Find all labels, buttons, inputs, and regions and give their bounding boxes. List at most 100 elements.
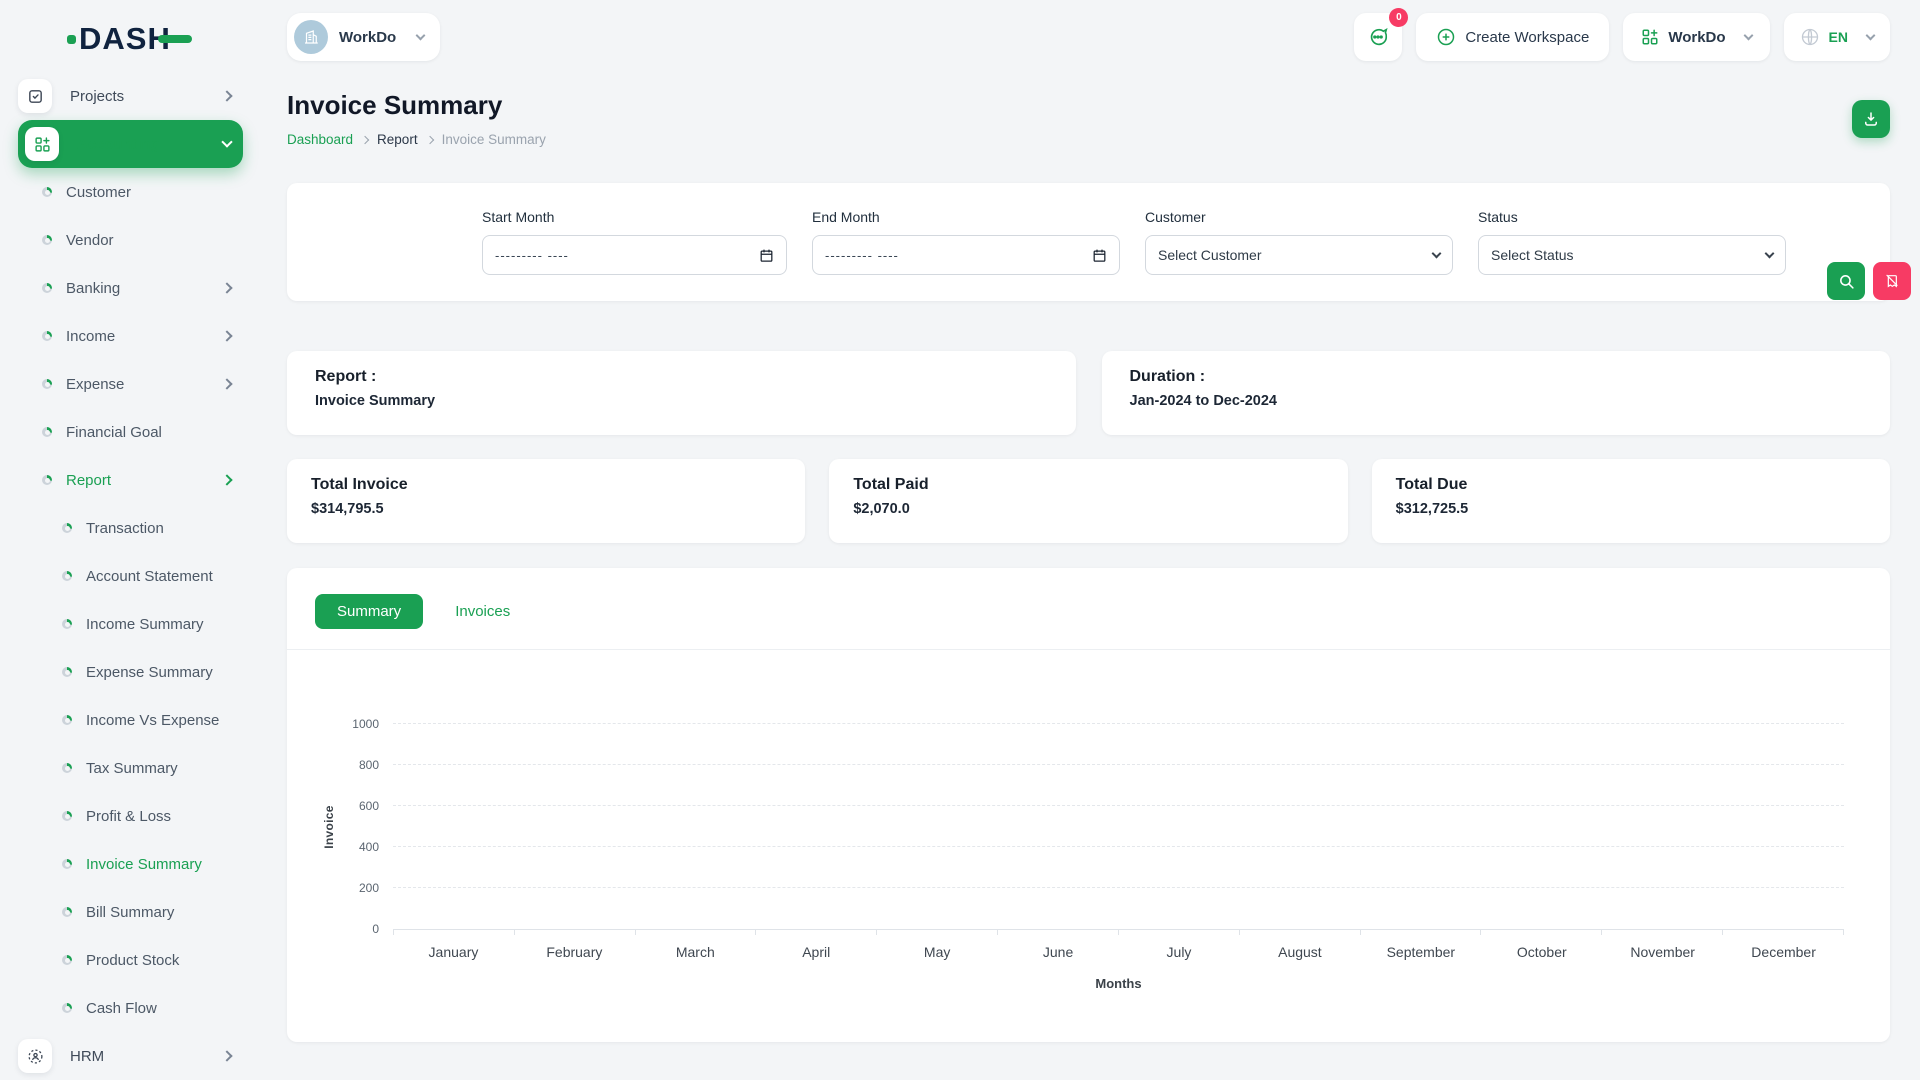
bullet-icon: [42, 379, 52, 389]
create-workspace-button[interactable]: Create Workspace: [1416, 13, 1609, 61]
sidebar-item-vendor[interactable]: Vendor: [18, 216, 243, 264]
bullet-icon: [62, 907, 72, 917]
x-tick: [1119, 930, 1240, 935]
workspace-avatar: [294, 20, 328, 54]
apply-filter-button[interactable]: [1827, 262, 1865, 300]
app-menu-button[interactable]: WorkDo: [1623, 13, 1769, 61]
sidebar-item-label: Report: [66, 472, 111, 489]
x-tick: [1481, 930, 1602, 935]
sidebar-item-label: Customer: [66, 184, 131, 201]
bullet-icon: [62, 619, 72, 629]
main-content: WorkDo 0 Create Workspace WorkDo: [265, 0, 1920, 1080]
status-label: Status: [1478, 209, 1786, 225]
sidebar-item-income-summary[interactable]: Income Summary: [18, 600, 243, 648]
sidebar-item-expense[interactable]: Expense: [18, 360, 243, 408]
bullet-icon: [42, 331, 52, 341]
y-tick-label: 200: [337, 881, 379, 895]
divider: [287, 649, 1890, 650]
sidebar-item-financial-goal[interactable]: Financial Goal: [18, 408, 243, 456]
x-tick-label: September: [1360, 944, 1481, 960]
duration-card: Duration : Jan-2024 to Dec-2024: [1102, 351, 1891, 435]
end-month-value: --------- ----: [825, 248, 899, 263]
bullet-icon: [62, 667, 72, 677]
workspace-selector[interactable]: WorkDo: [287, 13, 440, 61]
x-tick-label: April: [756, 944, 877, 960]
download-icon: [1862, 110, 1880, 128]
x-tick-label: November: [1602, 944, 1723, 960]
breadcrumb-dashboard[interactable]: Dashboard: [287, 132, 353, 147]
sidebar-item-label: Tax Summary: [86, 760, 178, 777]
sidebar-item-customer[interactable]: Customer: [18, 168, 243, 216]
sidebar-item-label: Expense: [66, 376, 124, 393]
reset-filter-button[interactable]: [1873, 262, 1911, 300]
end-month-input[interactable]: --------- ----: [812, 235, 1120, 275]
total-paid-card: Total Paid $2,070.0: [829, 459, 1347, 543]
sidebar-item-report[interactable]: Report: [18, 456, 243, 504]
tab-invoices[interactable]: Invoices: [433, 594, 532, 629]
report-duration-row: Report : Invoice Summary Duration : Jan-…: [287, 351, 1890, 435]
sidebar-item-hrm[interactable]: HRM: [18, 1032, 243, 1080]
x-tick-label: October: [1481, 944, 1602, 960]
x-tick: [756, 930, 877, 935]
sidebar-item-label: Income Summary: [86, 616, 204, 633]
sidebar-item-tax-summary[interactable]: Tax Summary: [18, 744, 243, 792]
x-tick: [998, 930, 1119, 935]
sidebar-item-invoice-summary[interactable]: Invoice Summary: [18, 840, 243, 888]
sidebar-item-label: Financial Goal: [66, 424, 162, 441]
y-tick-label: 800: [337, 758, 379, 772]
sidebar-item-label: Income Vs Expense: [86, 712, 219, 729]
gridplus-icon: [25, 127, 59, 161]
sidebar-item-profit-loss[interactable]: Profit & Loss: [18, 792, 243, 840]
duration-card-title: Duration :: [1130, 368, 1863, 386]
total-due-card: Total Due $312,725.5: [1372, 459, 1890, 543]
breadcrumb-report[interactable]: Report: [377, 132, 418, 147]
start-month-input[interactable]: --------- ----: [482, 235, 787, 275]
sidebar-item-bill-summary[interactable]: Bill Summary: [18, 888, 243, 936]
customer-select[interactable]: Select Customer: [1145, 235, 1453, 275]
chart-tabs: Summary Invoices: [315, 594, 1862, 629]
bullet-icon: [42, 187, 52, 197]
sidebar-item-product-stock[interactable]: Product Stock: [18, 936, 243, 984]
sidebar-item-transaction[interactable]: Transaction: [18, 504, 243, 552]
logo[interactable]: DASH: [18, 12, 265, 66]
chevron-right-icon: [361, 135, 369, 143]
x-tick: [1361, 930, 1482, 935]
sidebar-item-income-vs-expense[interactable]: Income Vs Expense: [18, 696, 243, 744]
messages-badge: 0: [1389, 8, 1408, 27]
breadcrumb: Dashboard Report Invoice Summary: [287, 132, 546, 147]
x-tick-label: June: [998, 944, 1119, 960]
sidebar-item-banking[interactable]: Banking: [18, 264, 243, 312]
start-month-value: --------- ----: [495, 248, 569, 263]
sidebar-item-account-statement[interactable]: Account Statement: [18, 552, 243, 600]
chart-card: Summary Invoices Invoice 020040060080010…: [287, 568, 1890, 1042]
bullet-icon: [62, 811, 72, 821]
end-month-label: End Month: [812, 209, 1120, 225]
status-select[interactable]: Select Status: [1478, 235, 1786, 275]
chevron-right-icon: [221, 330, 232, 341]
sidebar-item-income[interactable]: Income: [18, 312, 243, 360]
sidebar-item-label: Accounting: [77, 136, 160, 153]
bullet-icon: [42, 427, 52, 437]
chevron-right-icon: [425, 135, 433, 143]
sidebar-item-expense-summary[interactable]: Expense Summary: [18, 648, 243, 696]
topbar: WorkDo 0 Create Workspace WorkDo: [287, 0, 1890, 66]
sidebar-item-projects[interactable]: Projects: [18, 72, 243, 120]
sidebar-item-accounting[interactable]: Accounting: [18, 120, 243, 168]
gridline: [393, 805, 1844, 806]
tab-summary[interactable]: Summary: [315, 594, 423, 629]
chevron-down-icon: [1432, 248, 1442, 258]
filter-card: Start Month --------- ---- End Month ---…: [287, 183, 1890, 301]
sidebar-item-cash-flow[interactable]: Cash Flow: [18, 984, 243, 1032]
export-button[interactable]: [1852, 100, 1890, 138]
bullet-icon: [62, 523, 72, 533]
total-invoice-label: Total Invoice: [311, 476, 781, 494]
y-tick-label: 400: [337, 840, 379, 854]
total-paid-value: $2,070.0: [853, 501, 1323, 517]
bullet-icon: [62, 571, 72, 581]
language-selector[interactable]: EN: [1784, 13, 1890, 61]
x-tick: [394, 930, 515, 935]
messages-button[interactable]: 0: [1354, 13, 1402, 61]
y-tick-label: 1000: [337, 717, 379, 731]
total-invoice-card: Total Invoice $314,795.5: [287, 459, 805, 543]
sidebar-item-label: Profit & Loss: [86, 808, 171, 825]
